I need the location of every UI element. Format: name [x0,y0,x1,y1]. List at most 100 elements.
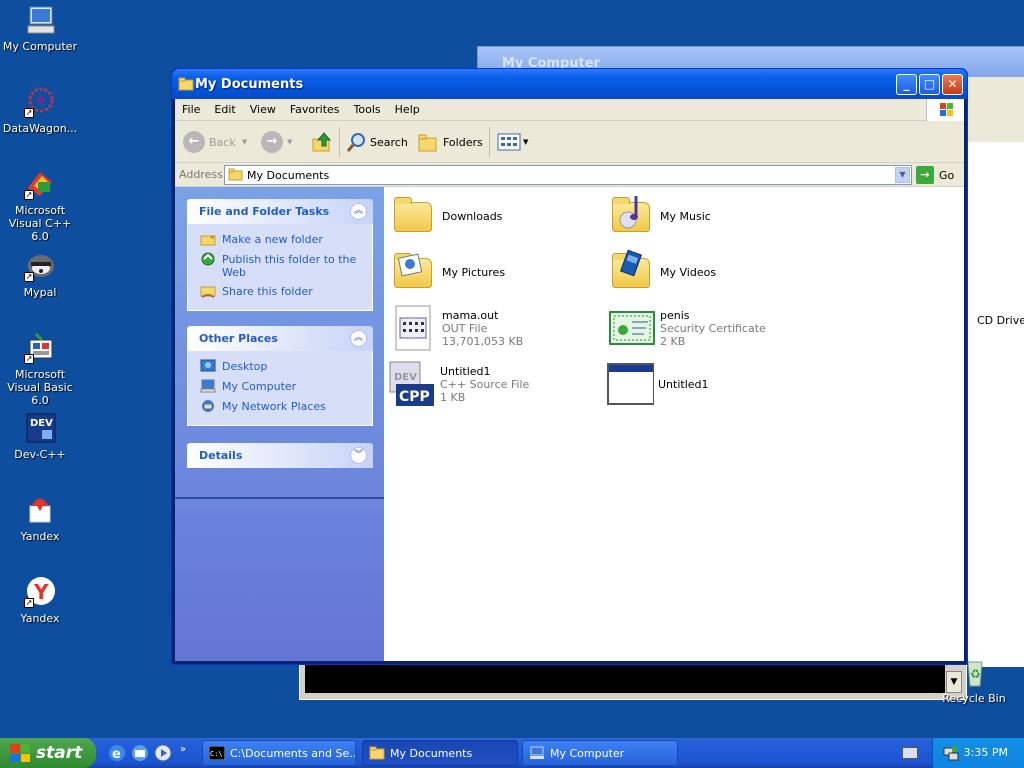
collapse-chevron-icon[interactable]: ︽ [350,203,367,220]
task-share-folder[interactable]: Share this folder [188,282,372,302]
taskbar-button-command-prompt[interactable]: C:\ C:\Documents and Se... [202,740,356,766]
maximize-button[interactable]: □ [919,74,940,95]
start-button[interactable]: start [0,738,96,768]
desktop-icon-my-computer[interactable]: My Computer [0,4,80,53]
views-grid-icon [497,133,521,151]
file-type: OUT File [442,321,488,335]
svg-text:CPP: CPP [399,389,430,405]
clock[interactable]: 3:35 PM [964,746,1008,759]
svg-text:e: e [112,747,121,762]
file-size: 13,701,053 KB [442,334,524,348]
desktop-icon-visual-basic[interactable]: ↗ Microsoft Visual Basic 6.0 [0,332,80,407]
menu-favorites[interactable]: Favorites [283,99,347,116]
desktop-icon-label: Yandex [20,612,60,625]
file-item-my-music[interactable]: My Music [608,191,818,241]
quick-launch-overflow-icon[interactable]: » [180,744,186,755]
svg-text:Y: Y [33,580,49,604]
file-item-my-videos[interactable]: My Videos [608,247,818,297]
network-status-icon[interactable] [943,745,959,761]
file-folder-tasks-header[interactable]: File and Folder Tasks ︽ [187,199,373,224]
windows-logo-icon [926,99,964,121]
views-dropdown-icon[interactable]: ▼ [523,138,528,146]
new-folder-icon: ✦ [200,232,216,246]
datawagon-icon: ↗ [24,86,56,118]
desktop-icon-mypal[interactable]: ↗ Mypal [0,250,80,299]
file-item-mama-out[interactable]: mama.out OUT File 13,701,053 KB [390,303,600,353]
taskbar-button-my-computer[interactable]: My Computer [522,740,678,766]
file-item-downloads[interactable]: Downloads [390,191,600,241]
keyboard-layout-icon[interactable] [902,747,918,759]
go-label: Go [939,168,955,182]
other-places-title: Other Places [199,332,278,345]
up-folder-button[interactable] [311,130,333,154]
desktop-icon-yandex-installer[interactable]: Yandex [0,494,80,543]
computer-icon [200,379,216,393]
taskbar-button-label: C:\Documents and Se... [230,746,356,760]
file-folder-tasks-group: File and Folder Tasks ︽ ✦ Make a new fol… [187,199,373,311]
place-label: My Network Places [222,400,326,413]
file-item-my-pictures[interactable]: My Pictures [390,247,600,297]
media-player-icon[interactable] [154,744,172,762]
desktop-icon-datawagon[interactable]: ↗ DataWagon... [0,86,80,135]
task-publish-folder[interactable]: Publish this folder to the Web [188,250,372,282]
toolbar-separator [339,127,340,157]
title-bar[interactable]: My Documents _ □ ✕ [172,69,967,99]
file-item-certificate[interactable]: penis Security Certificate 2 KB [608,303,818,353]
file-info: Downloads [442,210,502,223]
address-dropdown-icon[interactable]: ▼ [895,167,910,183]
menu-bar: File Edit View Favorites Tools Help [175,99,964,121]
menu-edit[interactable]: Edit [207,99,242,116]
shortcut-arrow-icon: ↗ [24,598,34,608]
place-my-computer[interactable]: My Computer [188,377,372,397]
menu-file[interactable]: File [175,99,207,116]
desktop-icon [200,359,216,373]
taskbar-button-label: My Computer [550,746,625,760]
file-item-untitled1-exe[interactable]: Untitled1 [606,359,816,409]
file-size: 2 KB [660,334,686,348]
expand-chevron-icon[interactable]: ︾ [350,447,367,464]
internet-explorer-icon[interactable]: e [108,744,126,762]
address-input[interactable]: My Documents ▼ [224,165,912,185]
desktop-icon-dev-cpp[interactable]: DEV Dev-C++ [0,412,80,461]
back-button[interactable]: ← Back ▼ [183,130,247,154]
window-client-area: File Edit View Favorites Tools Help ← Back ▼ … [175,99,964,661]
outlook-express-icon[interactable] [131,744,149,762]
close-button[interactable]: ✕ [942,74,963,95]
task-label: Publish this folder to the Web [222,253,357,279]
address-label: Address [179,168,223,181]
videos-folder-icon [608,248,656,296]
yandex-browser-icon: Y ↗ [24,576,56,608]
back-dropdown-icon[interactable]: ▼ [242,138,247,146]
desktop-icon-label: Dev-C++ [14,448,66,461]
menu-tools[interactable]: Tools [347,99,388,116]
command-prompt-icon: C:\ [208,745,226,761]
desktop-icon-yandex[interactable]: Y ↗ Yandex [0,576,80,625]
file-list-view[interactable]: Downloads My Music My Pictures My Videos… [384,187,964,661]
go-button[interactable]: → Go [916,166,954,184]
cd-drive-label[interactable]: CD Drive ( [977,314,1024,327]
collapse-chevron-icon[interactable]: ︽ [350,330,367,347]
views-button[interactable]: ▼ [497,130,528,154]
file-name: My Pictures [442,265,506,279]
minimize-button[interactable]: _ [896,74,917,95]
shortcut-arrow-icon: ↗ [24,108,34,118]
forward-button[interactable]: → ▼ [261,130,292,154]
task-make-new-folder[interactable]: ✦ Make a new folder [188,230,372,250]
search-button[interactable]: Search [345,130,408,154]
file-folder-tasks-title: File and Folder Tasks [199,205,330,218]
address-bar: Address My Documents ▼ → Go [175,163,964,187]
place-desktop[interactable]: Desktop [188,357,372,377]
desktop-icon-label: My Computer [2,40,78,53]
other-places-header[interactable]: Other Places ︽ [187,326,373,351]
menu-view[interactable]: View [243,99,283,116]
folders-button[interactable]: Folders [417,130,483,154]
my-documents-window[interactable]: My Documents _ □ ✕ File Edit View Favorites… [171,68,968,665]
console-output [305,665,945,693]
place-my-network-places[interactable]: My Network Places [188,397,372,417]
menu-help[interactable]: Help [388,99,427,116]
taskbar-button-my-documents[interactable]: My Documents [362,740,518,766]
desktop-icon-visual-cpp[interactable]: ↗ Microsoft Visual C++ 6.0 [0,168,80,243]
details-header[interactable]: Details ︾ [187,443,373,468]
forward-dropdown-icon[interactable]: ▼ [287,138,292,146]
file-item-untitled1-cpp[interactable]: DEV CPP Untitled1 C++ Source File 1 KB [388,359,598,409]
